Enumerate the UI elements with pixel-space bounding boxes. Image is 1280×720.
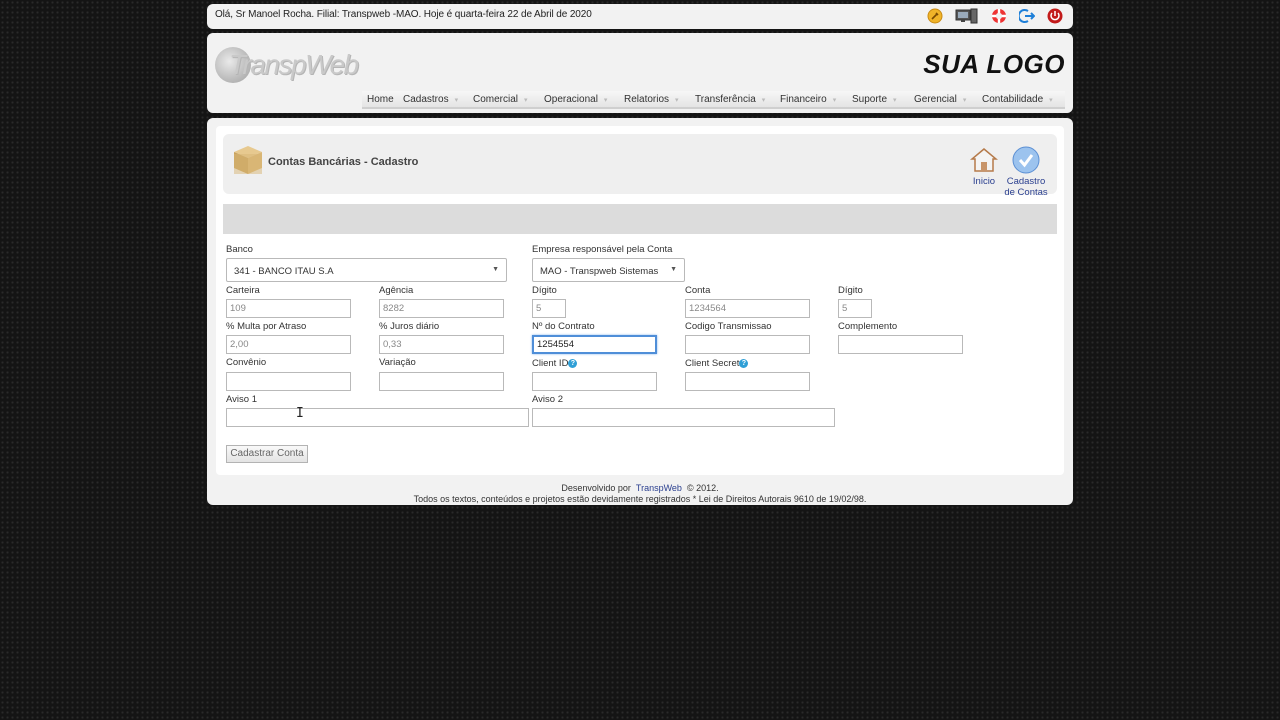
complemento-field[interactable]	[838, 335, 963, 354]
aviso2-label: Aviso 2	[532, 394, 563, 405]
menu-contabilidade[interactable]: Contabilidade ▾	[982, 94, 1053, 105]
menu-home[interactable]: Home	[367, 94, 394, 105]
page-title: Contas Bancárias - Cadastro	[268, 156, 419, 168]
client-secret-field[interactable]	[685, 372, 810, 391]
empresa-value: MAO - Transpweb Sistemas	[540, 266, 659, 277]
chevron-down-icon: ▾	[962, 97, 967, 104]
client-logo: SUA LOGO	[923, 49, 1065, 79]
banco-value: 341 - BANCO ITAU S.A	[234, 266, 334, 277]
multa-label: % Multa por Atraso	[226, 321, 307, 332]
chevron-down-icon: ▾	[1049, 97, 1053, 104]
chevron-down-icon: ▾	[893, 97, 897, 104]
footer-prefix: Desenvolvido por	[561, 483, 631, 493]
digito-conta-label: Dígito	[838, 285, 863, 296]
top-bar: Olá, Sr Manoel Rocha. Filial: Transpweb …	[207, 4, 1073, 29]
aviso1-label: Aviso 1	[226, 394, 257, 405]
carteira-field[interactable]	[226, 299, 351, 318]
chevron-down-icon: ▾	[675, 97, 679, 104]
check-icon	[1012, 146, 1040, 174]
transpweb-logo[interactable]: TranspWeb	[215, 47, 359, 89]
juros-field[interactable]	[379, 335, 504, 354]
agencia-field[interactable]	[379, 299, 504, 318]
contrato-label: Nº do Contrato	[532, 321, 595, 332]
menu-relatorios[interactable]: Relatorios ▾	[624, 94, 679, 105]
menu-cadastros[interactable]: Cadastros ▾	[403, 94, 458, 105]
logout-icon[interactable]	[1019, 8, 1035, 24]
conta-label: Conta	[685, 285, 711, 296]
monitor-icon[interactable]	[955, 8, 979, 24]
variacao-field[interactable]	[379, 372, 504, 391]
contrato-field[interactable]	[532, 335, 657, 354]
menu-suporte[interactable]: Suporte ▾	[852, 94, 897, 105]
codigo-transmissao-field[interactable]	[685, 335, 810, 354]
chevron-down-icon: ▾	[832, 97, 837, 104]
menu-gerencial[interactable]: Gerencial ▾	[914, 94, 966, 105]
menu-comercial[interactable]: Comercial ▾	[473, 94, 528, 105]
convenio-label: Convênio	[226, 357, 267, 368]
codigo-transmissao-label: Codigo Transmissao	[685, 321, 772, 332]
banco-select[interactable]: 341 - BANCO ITAU S.A ▼	[226, 258, 507, 282]
message-bar	[223, 204, 1057, 234]
chevron-down-icon: ▾	[603, 97, 608, 104]
variacao-label: Variação	[379, 357, 416, 368]
box-icon	[231, 142, 265, 176]
chevron-down-icon: ▾	[454, 97, 459, 104]
footer: Desenvolvido por TranspWeb © 2012. Todos…	[207, 483, 1073, 505]
digito-agencia-label: Dígito	[532, 285, 557, 296]
complemento-label: Complemento	[838, 321, 898, 332]
conta-field[interactable]	[685, 299, 810, 318]
footer-suffix: © 2012.	[686, 483, 719, 493]
header: TranspWeb SUA LOGO Home Cadastros ▾ Comer…	[207, 33, 1073, 113]
client-secret-label: Client Secret?	[685, 358, 749, 369]
footer-line-2: Todos os textos, conteúdos e projetos es…	[413, 494, 867, 504]
multa-field[interactable]	[226, 335, 351, 354]
aviso1-field[interactable]	[226, 408, 529, 427]
transpweb-link[interactable]: TranspWeb	[636, 483, 682, 493]
juros-label: % Juros diário	[379, 321, 440, 332]
convenio-field[interactable]	[226, 372, 351, 391]
cadastro-label-2: de Contas	[1004, 187, 1048, 198]
page-header: Contas Bancárias - Cadastro Inicio Cadas…	[223, 134, 1057, 198]
chevron-down-icon: ▾	[761, 97, 766, 104]
banco-label: Banco	[226, 244, 253, 255]
tools-icon[interactable]	[927, 8, 943, 24]
digito-conta-field[interactable]	[838, 299, 872, 318]
inicio-label: Inicio	[972, 176, 996, 187]
home-icon	[969, 146, 999, 174]
power-icon[interactable]	[1047, 8, 1063, 24]
caret-down-icon: ▼	[670, 266, 677, 273]
menu-transferencia[interactable]: Transferência ▾	[695, 94, 765, 105]
cadastro-label-1: Cadastro	[1006, 176, 1046, 187]
client-id-label: Client ID?	[532, 358, 578, 369]
empresa-label: Empresa responsável pela Conta	[532, 244, 673, 255]
greeting-text: Olá, Sr Manoel Rocha. Filial: Transpweb …	[215, 9, 592, 20]
agencia-label: Agência	[379, 285, 414, 296]
empresa-select[interactable]: MAO - Transpweb Sistemas ▼	[532, 258, 685, 282]
caret-down-icon: ▼	[492, 266, 499, 273]
lifebuoy-icon[interactable]	[991, 8, 1007, 24]
top-icons	[915, 8, 1063, 24]
help-icon[interactable]: ?	[568, 359, 578, 368]
logo-text: TranspWeb	[229, 49, 359, 80]
main-menu: Home Cadastros ▾ Comercial ▾ Operacional ▾ …	[362, 91, 1065, 109]
cadastro-contas-button[interactable]: Cadastro de Contas	[1003, 146, 1049, 198]
inicio-button[interactable]: Inicio	[968, 146, 1000, 187]
text-cursor-icon: I	[296, 406, 304, 421]
chevron-down-icon: ▾	[524, 97, 528, 104]
carteira-label: Carteira	[226, 285, 260, 296]
menu-financeiro[interactable]: Financeiro ▾	[780, 94, 836, 105]
client-id-field[interactable]	[532, 372, 657, 391]
cadastrar-conta-button[interactable]: Cadastrar Conta	[226, 445, 308, 463]
help-icon[interactable]: ?	[739, 359, 749, 368]
menu-operacional[interactable]: Operacional ▾	[544, 94, 607, 105]
footer-line-1: Desenvolvido por TranspWeb © 2012.	[207, 483, 1073, 494]
aviso2-field[interactable]	[532, 408, 835, 427]
digito-agencia-field[interactable]	[532, 299, 566, 318]
